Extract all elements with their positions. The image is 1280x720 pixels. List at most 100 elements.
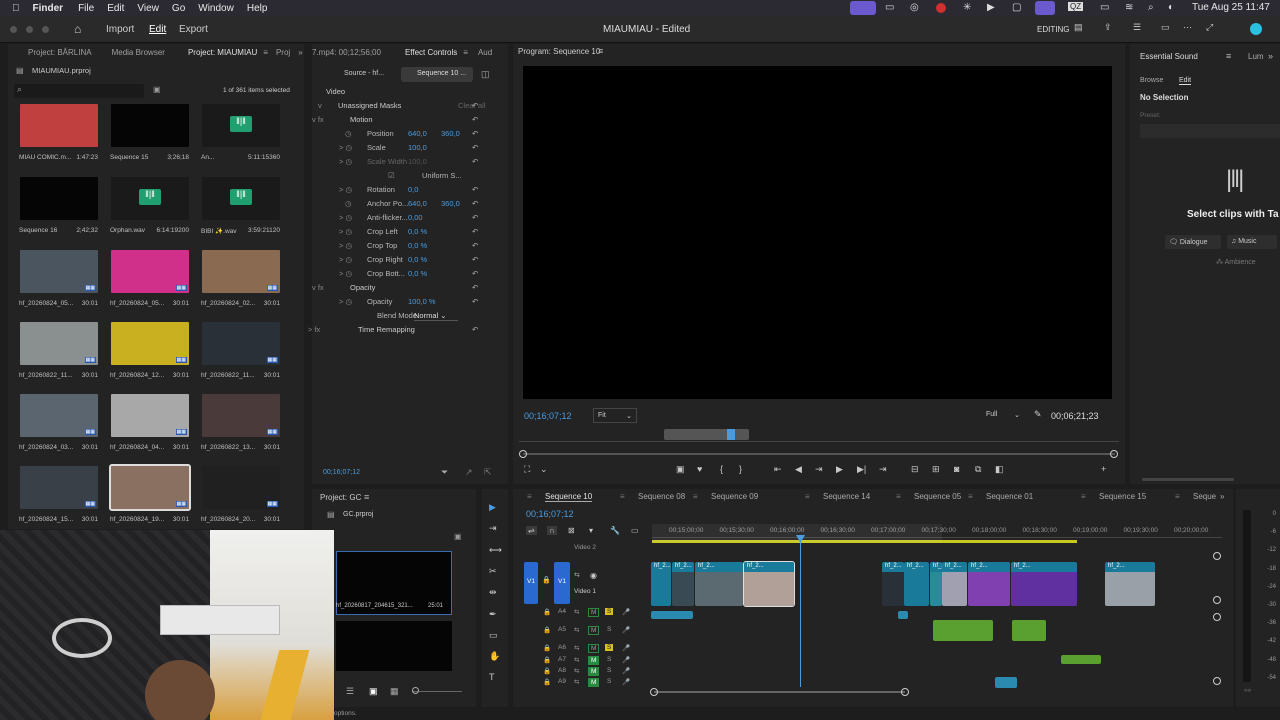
reset-icon[interactable]: ↶ bbox=[472, 143, 478, 152]
program-zoom-region[interactable] bbox=[664, 429, 749, 440]
go-to-out-button[interactable]: ⇥ bbox=[879, 464, 887, 475]
tab-menu-icon[interactable]: ≡ bbox=[693, 492, 698, 501]
share-icon[interactable]: ⇪ bbox=[1104, 22, 1112, 33]
track-scroll-handle[interactable] bbox=[1213, 613, 1221, 621]
edit-tab[interactable]: Edit bbox=[149, 24, 166, 35]
menu-file[interactable]: File bbox=[78, 3, 94, 14]
menu-icon[interactable]: ⋯ bbox=[1183, 22, 1192, 33]
sync-lock-icon[interactable]: ⇆ bbox=[574, 656, 579, 664]
lock-icon[interactable]: 🔒 bbox=[543, 626, 551, 634]
tab-menu-icon[interactable]: ≡ bbox=[527, 492, 532, 501]
reset-icon[interactable]: ↶ bbox=[472, 269, 478, 278]
scroll-end-handle[interactable] bbox=[1110, 450, 1118, 458]
status-icon-star[interactable]: ✳ bbox=[963, 2, 971, 13]
home-icon[interactable]: ⌂ bbox=[74, 22, 81, 36]
voice-over-mic-icon[interactable]: 🎤 bbox=[622, 644, 630, 652]
gc-clip-2[interactable] bbox=[336, 621, 452, 671]
tab-source-clip[interactable]: 7.mp4: 00;12;56;00 bbox=[312, 48, 381, 57]
scroll-start-handle[interactable] bbox=[650, 688, 658, 696]
solo-button[interactable]: S bbox=[605, 667, 613, 674]
tab-sequence[interactable]: Sequence 05 bbox=[914, 492, 961, 501]
v1-source-patch[interactable]: V1 bbox=[524, 562, 538, 604]
edit-tab[interactable]: Edit bbox=[1179, 77, 1192, 85]
tab-sequence[interactable]: Sequence 09 bbox=[711, 492, 758, 501]
reset-icon[interactable]: ↶ bbox=[472, 213, 478, 222]
effect-value[interactable]: 0,0 % bbox=[408, 255, 427, 264]
scroll-start-handle[interactable] bbox=[519, 450, 527, 458]
disclosure-toggle-icon[interactable]: > ◷ bbox=[339, 241, 352, 250]
lift-button[interactable]: ⊟ bbox=[911, 464, 919, 475]
timeline-timecode[interactable]: 00;16;07;12 bbox=[526, 509, 574, 519]
step-back-button[interactable]: ◀ bbox=[795, 464, 802, 475]
video-clip[interactable]: hf_2... bbox=[672, 562, 694, 606]
media-thumbnail[interactable] bbox=[20, 104, 98, 147]
reset-icon[interactable]: ↶ bbox=[472, 283, 478, 292]
disclosure-toggle-icon[interactable]: ☑ bbox=[388, 171, 395, 180]
panel-menu-icon[interactable]: ≡ bbox=[263, 48, 268, 57]
mute-button[interactable]: M bbox=[588, 644, 600, 653]
sync-lock-icon[interactable]: ⇆ bbox=[574, 678, 579, 686]
disclosure-toggle-icon[interactable]: > fx bbox=[308, 325, 320, 334]
effect-row-time-remapping[interactable]: > fx Time Remapping ↶ bbox=[308, 325, 490, 339]
snap-icon[interactable]: ⇌ bbox=[526, 526, 537, 535]
video-clip[interactable]: hf_2... bbox=[904, 562, 929, 606]
reset-icon[interactable]: ↶ bbox=[472, 129, 478, 138]
disclosure-toggle-icon[interactable]: ◷ bbox=[345, 129, 352, 138]
video-clip[interactable]: hf_2... bbox=[743, 561, 795, 607]
menu-window[interactable]: Window bbox=[198, 3, 234, 14]
lock-icon[interactable]: 🔒 bbox=[543, 644, 551, 652]
effect-value[interactable]: 360,0 bbox=[441, 199, 460, 208]
media-thumbnail[interactable]: ▦▦ bbox=[202, 466, 280, 509]
search-icon[interactable]: ⌕ bbox=[1148, 2, 1154, 13]
step-forward-button[interactable]: ▶| bbox=[857, 464, 866, 475]
minimize-window-button[interactable] bbox=[26, 26, 33, 33]
effect-row-crop-top[interactable]: > ◷ Crop Top 0,0 % ↶ bbox=[320, 241, 490, 255]
music-button[interactable]: ♫ Music bbox=[1227, 235, 1277, 249]
hand-tool-icon[interactable]: ✋ bbox=[489, 651, 500, 662]
effect-value[interactable]: 0,00 bbox=[408, 213, 423, 222]
timeline-scroll-bar[interactable] bbox=[654, 691, 905, 693]
menu-go[interactable]: Go bbox=[172, 3, 185, 14]
tab-sequence[interactable]: Seque bbox=[1193, 492, 1216, 501]
tabs-overflow-icon[interactable]: » bbox=[1268, 51, 1273, 61]
voice-over-mic-icon[interactable]: 🎤 bbox=[622, 626, 630, 634]
solo-button[interactable]: S bbox=[605, 626, 613, 633]
audio-clip[interactable] bbox=[898, 611, 908, 619]
marker-icon[interactable]: ▾ bbox=[589, 526, 593, 535]
reset-icon[interactable]: ↶ bbox=[472, 101, 478, 110]
tab-menu-icon[interactable]: ≡ bbox=[620, 492, 625, 501]
eye-icon[interactable]: ◉ bbox=[590, 571, 597, 580]
wifi-icon[interactable]: ≋ bbox=[1125, 2, 1133, 13]
media-thumbnail[interactable]: ‖|‖ bbox=[202, 104, 280, 147]
tabs-overflow-icon[interactable]: » bbox=[298, 48, 302, 57]
clock[interactable]: Tue Aug 25 11:47 bbox=[1192, 2, 1270, 13]
video-clip[interactable]: hf_2... bbox=[968, 562, 1010, 606]
media-thumbnail[interactable]: ▦▦ bbox=[111, 250, 189, 293]
insert-button[interactable]: ⇥ bbox=[815, 464, 823, 475]
disclosure-toggle-icon[interactable]: > ◷ bbox=[339, 269, 352, 278]
media-thumbnail[interactable]: ‖|‖ bbox=[111, 177, 189, 220]
reset-icon[interactable]: ↶ bbox=[472, 157, 478, 166]
voice-over-mic-icon[interactable]: 🎤 bbox=[622, 656, 630, 664]
workspace-label[interactable]: EDITING bbox=[1037, 25, 1069, 34]
status-icon-creative[interactable]: ◎ bbox=[910, 2, 919, 13]
reset-icon[interactable]: ↶ bbox=[472, 115, 478, 124]
panel-menu-icon[interactable]: ≡ bbox=[598, 46, 603, 56]
audio-clip[interactable] bbox=[1061, 655, 1101, 664]
effect-row-crop-bottom[interactable]: > ◷ Crop Bott... 0,0 % ↶ bbox=[320, 269, 490, 283]
disclosure-toggle-icon[interactable]: v fx bbox=[312, 115, 324, 124]
notes-icon[interactable]: ▭ bbox=[1161, 22, 1170, 33]
icon-view-icon[interactable]: ▣ bbox=[369, 686, 378, 697]
tab-sequence[interactable]: Sequence 10 bbox=[545, 492, 593, 502]
media-thumbnail[interactable]: ▦▦ bbox=[202, 322, 280, 365]
panels-icon[interactable]: ☰ bbox=[1133, 22, 1141, 33]
tabs-overflow-icon[interactable]: » bbox=[1220, 492, 1224, 501]
track-scroll-handle[interactable] bbox=[1213, 596, 1221, 604]
zoom-fit-dropdown[interactable]: Fit ⌄ bbox=[593, 408, 637, 423]
tab-project-barlina[interactable]: Project: BĂRLINA bbox=[28, 48, 92, 57]
media-thumbnail[interactable]: ▦▦ bbox=[202, 250, 280, 293]
solo-buttons[interactable]: ○○ bbox=[1244, 688, 1251, 694]
ripple-edit-tool-icon[interactable]: ⟷ bbox=[489, 545, 502, 556]
media-thumbnail[interactable] bbox=[111, 104, 189, 147]
button-editor-button[interactable]: + bbox=[1101, 464, 1106, 474]
